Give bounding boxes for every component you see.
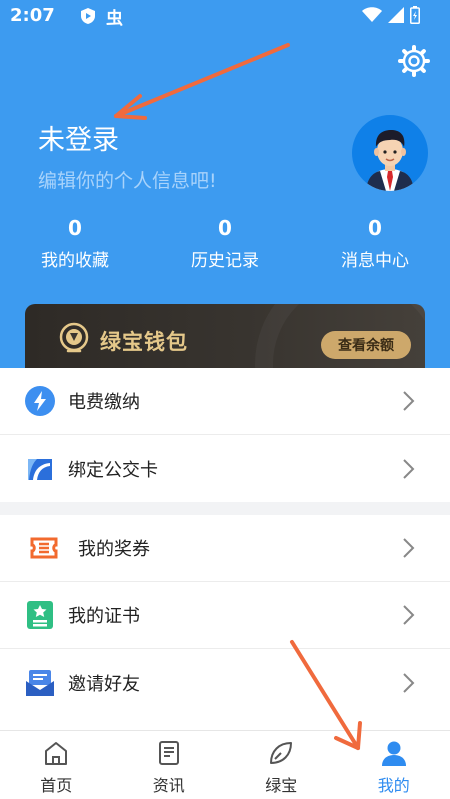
tab-home[interactable]: 首页 [0,731,113,799]
stat-messages[interactable]: 0 消息中心 [300,214,450,274]
avatar[interactable] [352,115,428,191]
stat-messages-label: 消息中心 [341,251,409,271]
stat-messages-count: 0 [368,216,382,240]
menu-label: 我的证书 [68,606,140,627]
menu-group-services: 电费缴纳 绑定公交卡 [0,368,450,502]
avatar-illustration [366,130,414,191]
menu-item-certificates[interactable]: 我的证书 [0,582,450,649]
home-icon [45,742,68,765]
leaf-icon [270,742,293,764]
wallet-card[interactable]: 绿宝钱包 查看余额 [25,304,425,368]
person-icon [381,741,406,766]
status-time: 2:07 [10,5,55,26]
coin-icon [59,322,89,353]
tab-lvbao[interactable]: 绿宝 [225,731,338,799]
coupon-icon [30,537,58,559]
menu-label: 邀请好友 [68,673,140,695]
profile-header: 2:07 虫 未登录 编辑你的个人信息吧! 0 我的收藏 0 历史记录 0 消息… [0,0,450,368]
stat-favorites[interactable]: 0 我的收藏 [0,214,150,274]
tab-label: 资讯 [152,776,185,795]
settings-gear-icon[interactable] [397,44,431,78]
chevron-right-icon [403,538,415,558]
stat-favorites-count: 0 [68,216,82,240]
transit-card-icon [28,458,52,480]
news-icon [158,741,179,765]
chevron-right-icon [403,672,415,693]
tab-label: 我的 [377,776,410,795]
menu-label: 我的奖券 [78,539,150,560]
lightning-icon [25,386,55,416]
menu-label: 绑定公交卡 [68,459,158,481]
tab-mine[interactable]: 我的 [338,731,450,799]
chevron-right-icon [403,391,415,411]
menu-item-electricity[interactable]: 电费缴纳 [0,368,450,435]
tab-label: 首页 [40,776,73,795]
stat-history-label: 历史记录 [191,251,259,271]
signal-icon [388,7,404,23]
menu-item-bus-card[interactable]: 绑定公交卡 [0,435,450,502]
stat-history-count: 0 [218,216,232,240]
check-balance-button[interactable]: 查看余额 [321,331,411,359]
stats-row: 0 我的收藏 0 历史记录 0 消息中心 [0,214,450,274]
status-bar: 2:07 虫 [0,0,450,32]
app-notification-icon: 虫 [106,9,123,29]
battery-icon [410,6,420,24]
shield-icon [81,8,95,24]
invite-icon [26,669,54,696]
tab-label: 绿宝 [265,776,298,795]
bottom-tab-bar: 首页 资讯 绿宝 我的 [0,730,450,799]
login-subtitle[interactable]: 编辑你的个人信息吧! [38,166,217,193]
tab-news[interactable]: 资讯 [113,731,226,799]
login-status-title[interactable]: 未登录 [38,118,119,157]
certificate-icon [27,601,53,629]
menu-label: 电费缴纳 [68,392,140,413]
wifi-icon [362,7,382,22]
stat-history[interactable]: 0 历史记录 [150,214,300,274]
menu-group-account: 我的奖券 我的证书 邀请好友 [0,515,450,730]
chevron-right-icon [403,458,415,479]
menu-item-invite-friends[interactable]: 邀请好友 [0,649,450,716]
wallet-title: 绿宝钱包 [100,330,188,354]
chevron-right-icon [403,605,415,625]
stat-favorites-label: 我的收藏 [41,251,109,271]
menu-item-coupons[interactable]: 我的奖券 [0,515,450,582]
